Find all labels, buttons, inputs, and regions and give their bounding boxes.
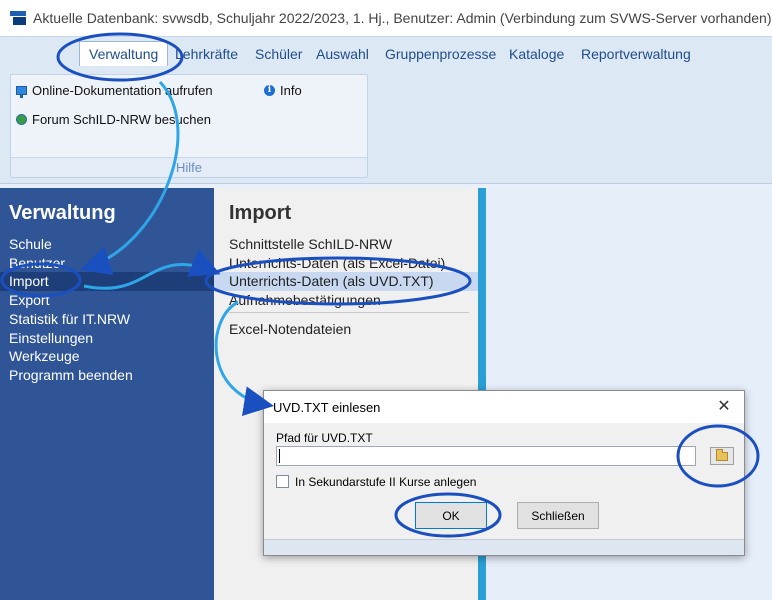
separator: [229, 312, 469, 313]
menu-schueler[interactable]: Schüler: [255, 46, 302, 62]
uvd-dialog: UVD.TXT einlesen ✕ Pfad für UVD.TXT In S…: [263, 390, 745, 556]
folder-icon: [716, 448, 728, 461]
info-label: Info: [280, 83, 302, 98]
nav-item-import[interactable]: Import: [0, 272, 214, 291]
ribbon: Online-Dokumentation aufrufen i Info For…: [0, 72, 772, 184]
import-item-schnittstelle[interactable]: Schnittstelle SchILD-NRW: [229, 236, 392, 252]
import-panel-title: Import: [229, 202, 292, 224]
ok-button[interactable]: OK: [415, 502, 487, 529]
globe-icon: [16, 114, 27, 125]
nav-item-einstellungen[interactable]: Einstellungen: [9, 330, 93, 346]
dialog-title: UVD.TXT einlesen: [273, 400, 381, 415]
browse-button[interactable]: [710, 447, 734, 465]
forum-label: Forum SchILD-NRW besuchen: [32, 112, 211, 127]
window-titlebar: Aktuelle Datenbank: svwsdb, Schuljahr 20…: [0, 0, 772, 36]
nav-item-statistik[interactable]: Statistik für IT.NRW: [9, 311, 130, 327]
menu-gruppenprozesse[interactable]: Gruppenprozesse: [385, 46, 496, 62]
nav-item-schule[interactable]: Schule: [9, 236, 52, 252]
sek2-checkbox[interactable]: [276, 475, 289, 488]
dialog-titlebar: UVD.TXT einlesen ✕: [264, 391, 744, 423]
text-caret: [279, 449, 280, 463]
ribbon-group-hilfe: Online-Dokumentation aufrufen i Info For…: [10, 74, 368, 178]
info-icon: i: [264, 85, 275, 96]
close-icon[interactable]: ✕: [712, 395, 736, 419]
menu-bar: Verwaltung Lehrkräfte Schüler Auswahl Gr…: [0, 36, 772, 72]
dialog-statusbar: [264, 539, 744, 555]
nav-item-programm-beenden[interactable]: Programm beenden: [9, 367, 133, 383]
window-title: Aktuelle Datenbank: svwsdb, Schuljahr 20…: [33, 10, 772, 26]
ribbon-group-label: Hilfe: [11, 157, 367, 177]
import-item-excel[interactable]: Unterrichts-Daten (als Excel-Datei): [229, 255, 445, 271]
menu-kataloge[interactable]: Kataloge: [509, 46, 564, 62]
sek2-checkbox-label: In Sekundarstufe II Kurse anlegen: [295, 475, 477, 489]
import-item-notendateien[interactable]: Excel-Notendateien: [229, 321, 351, 337]
nav-title: Verwaltung: [9, 202, 116, 224]
online-docs-label: Online-Dokumentation aufrufen: [32, 83, 213, 98]
nav-item-benutzer[interactable]: Benutzer: [9, 255, 65, 271]
nav-item-werkzeuge[interactable]: Werkzeuge: [9, 348, 80, 364]
path-input[interactable]: [276, 446, 696, 466]
online-docs-button[interactable]: Online-Dokumentation aufrufen: [16, 83, 213, 98]
path-label: Pfad für UVD.TXT: [276, 431, 373, 445]
left-navigation: Verwaltung Schule Benutzer Import Export…: [0, 188, 214, 600]
app-icon: [10, 11, 26, 25]
import-item-uvd[interactable]: Unterrichts-Daten (als UVD.TXT): [214, 272, 478, 291]
import-item-aufnahme[interactable]: Aufnahmebestätigungen: [229, 292, 381, 308]
menu-verwaltung[interactable]: Verwaltung: [79, 41, 169, 66]
menu-lehrkraefte[interactable]: Lehrkräfte: [175, 46, 238, 62]
menu-auswahl[interactable]: Auswahl: [316, 46, 369, 62]
schliessen-button[interactable]: Schließen: [517, 502, 599, 529]
monitor-icon: [16, 86, 27, 98]
forum-button[interactable]: Forum SchILD-NRW besuchen: [16, 112, 211, 127]
info-button[interactable]: i Info: [264, 83, 302, 98]
menu-reportverwaltung[interactable]: Reportverwaltung: [581, 46, 691, 62]
nav-item-export[interactable]: Export: [9, 292, 49, 308]
